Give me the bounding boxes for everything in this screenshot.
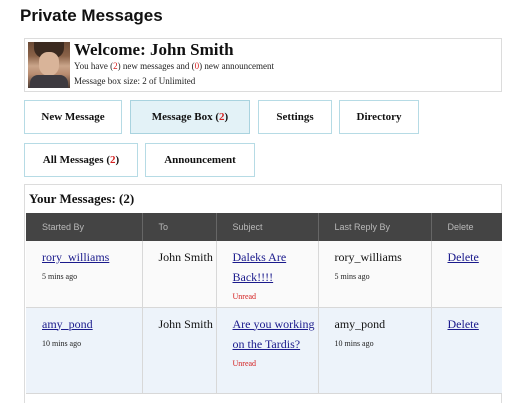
message-box-button[interactable]: Message Box (2) bbox=[130, 100, 250, 134]
started-by-cell: amy_pond 10 mins ago bbox=[26, 307, 143, 394]
column-header-last-reply-by[interactable]: Last Reply By bbox=[318, 213, 432, 241]
last-reply-cell: amy_pond 10 mins ago bbox=[318, 307, 432, 394]
new-message-button[interactable]: New Message bbox=[24, 100, 122, 134]
sender-link[interactable]: rory_williams bbox=[42, 250, 109, 264]
subject-link[interactable]: Daleks Are Back!!!! bbox=[233, 250, 287, 284]
message-box-size: Message box size: 2 of Unlimited bbox=[74, 76, 196, 86]
page-title: Private Messages bbox=[20, 6, 163, 25]
last-reply-time: 10 mins ago bbox=[334, 338, 374, 348]
messages-table: Started By To Subject Last Reply By Dele… bbox=[26, 213, 502, 394]
column-header-subject[interactable]: Subject bbox=[216, 213, 319, 241]
announcement-button[interactable]: Announcement bbox=[145, 143, 255, 177]
messages-title: Your Messages: (2) bbox=[29, 191, 135, 206]
avatar bbox=[28, 42, 70, 88]
welcome-notice: You have (2) new messages and (0) new an… bbox=[74, 61, 275, 71]
unread-badge: Unread bbox=[232, 292, 257, 301]
directory-button[interactable]: Directory bbox=[339, 100, 419, 134]
delete-cell: Delete bbox=[431, 241, 502, 308]
delete-cell: Delete bbox=[431, 307, 502, 394]
column-header-to[interactable]: To bbox=[142, 213, 217, 241]
last-reply-user: amy_pond bbox=[334, 316, 386, 331]
started-by-cell: rory_williams 5 mins ago bbox=[26, 241, 143, 308]
last-reply-time: 5 mins ago bbox=[334, 272, 370, 281]
last-reply-cell: rory_williams 5 mins ago bbox=[318, 241, 432, 308]
messages-panel: Your Messages: (2) Started By To Subject… bbox=[24, 184, 502, 403]
to-cell: John Smith bbox=[142, 241, 217, 308]
subject-cell: Daleks Are Back!!!! Unread bbox=[216, 241, 319, 308]
table-row[interactable]: amy_pond 10 mins ago John Smith Are you … bbox=[26, 307, 502, 394]
all-messages-button[interactable]: All Messages (2) bbox=[24, 143, 138, 177]
to-cell: John Smith bbox=[142, 307, 217, 394]
sender-link[interactable]: amy_pond bbox=[42, 317, 93, 331]
subject-cell: Are you working on the Tardis? Unread bbox=[216, 307, 319, 394]
delete-link[interactable]: Delete bbox=[448, 250, 479, 264]
delete-link[interactable]: Delete bbox=[448, 317, 479, 331]
table-header-row: Started By To Subject Last Reply By Dele… bbox=[26, 213, 502, 241]
welcome-panel: Welcome: John Smith You have (2) new mes… bbox=[24, 38, 502, 92]
column-header-delete[interactable]: Delete bbox=[431, 213, 502, 241]
message-time: 10 mins ago bbox=[42, 338, 82, 348]
column-header-started-by[interactable]: Started By bbox=[26, 213, 143, 241]
settings-button[interactable]: Settings bbox=[258, 100, 332, 134]
message-time: 5 mins ago bbox=[42, 272, 78, 281]
last-reply-user: rory_williams bbox=[334, 250, 402, 264]
table-row[interactable]: rory_williams 5 mins ago John Smith Dale… bbox=[26, 241, 502, 308]
subject-link[interactable]: Are you working on the Tardis? bbox=[233, 317, 315, 351]
welcome-title: Welcome: John Smith bbox=[74, 40, 234, 59]
unread-badge: Unread bbox=[232, 358, 257, 368]
